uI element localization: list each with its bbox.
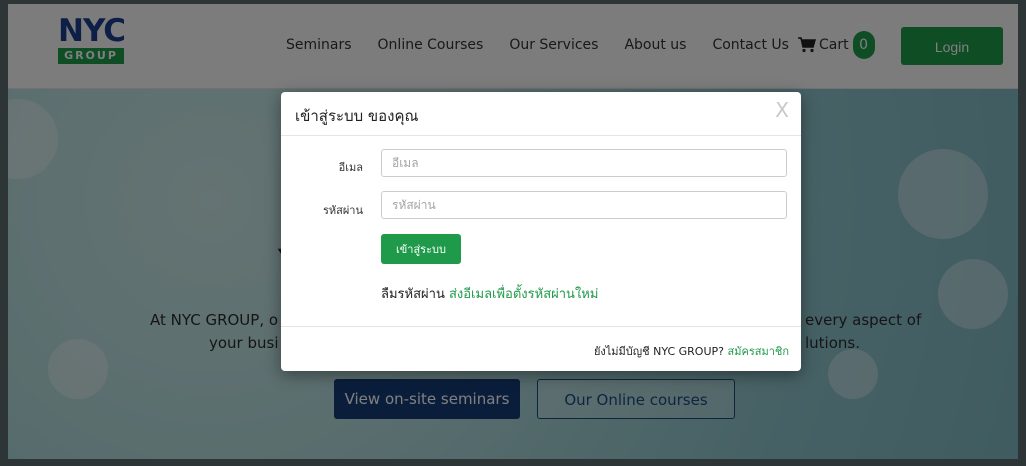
modal-title: เข้าสู่ระบบ ของคุณ (295, 107, 419, 125)
email-field[interactable] (381, 149, 787, 177)
signup-prompt: ยังไม่มีบัญชี NYC GROUP? สมัครสมาชิก (594, 342, 789, 360)
reset-password-link[interactable]: ส่งอีเมลเพื่อตั้งรหัสผ่านใหม่ (449, 287, 598, 302)
no-account-text: ยังไม่มีบัญชี NYC GROUP? (593, 345, 724, 358)
close-icon[interactable]: X (775, 98, 789, 122)
forgot-password-text: ลืมรหัสผ่าน (381, 287, 445, 302)
register-link[interactable]: สมัครสมาชิก (728, 345, 790, 358)
password-field[interactable] (381, 191, 787, 219)
modal-header: เข้าสู่ระบบ ของคุณ X (281, 92, 801, 136)
sign-in-button[interactable]: เข้าสู่ระบบ (381, 234, 461, 264)
forgot-password-row: ลืมรหัสผ่าน ส่งอีเมลเพื่อตั้งรหัสผ่านใหม… (381, 283, 598, 304)
password-label: รหัสผ่าน (322, 204, 363, 217)
email-label: อีเมล (338, 161, 363, 174)
login-modal: เข้าสู่ระบบ ของคุณ X อีเมล รหัสผ่าน เข้า… (281, 92, 801, 371)
modal-footer: ยังไม่มีบัญชี NYC GROUP? สมัครสมาชิก (281, 326, 801, 372)
